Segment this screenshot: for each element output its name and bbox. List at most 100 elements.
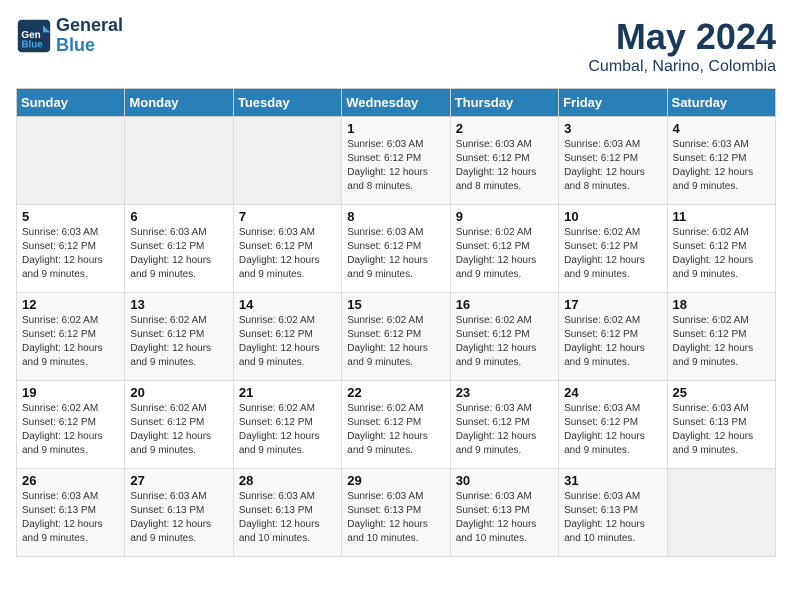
day-info: Sunrise: 6:03 AM Sunset: 6:13 PM Dayligh… <box>564 490 661 546</box>
day-number: 10 <box>564 209 661 224</box>
day-number: 18 <box>673 297 770 312</box>
day-info: Sunrise: 6:03 AM Sunset: 6:13 PM Dayligh… <box>347 490 444 546</box>
day-info: Sunrise: 6:03 AM Sunset: 6:13 PM Dayligh… <box>456 490 553 546</box>
day-number: 21 <box>239 385 336 400</box>
calendar-day-cell: 7 Sunrise: 6:03 AM Sunset: 6:12 PM Daylig… <box>233 205 341 293</box>
logo-text: General Blue <box>56 16 123 56</box>
month-title: May 2024 <box>588 16 776 58</box>
day-info: Sunrise: 6:02 AM Sunset: 6:12 PM Dayligh… <box>673 226 770 282</box>
logo: Gen Blue General Blue <box>16 16 123 56</box>
day-number: 1 <box>347 121 444 136</box>
calendar-day-cell: 31Sunrise: 6:03 AM Sunset: 6:13 PM Dayli… <box>559 469 667 557</box>
day-info: Sunrise: 6:03 AM Sunset: 6:12 PM Dayligh… <box>456 402 553 458</box>
calendar-day-cell: 9 Sunrise: 6:02 AM Sunset: 6:12 PM Daylig… <box>450 205 558 293</box>
day-number: 16 <box>456 297 553 312</box>
calendar-day-cell <box>17 117 125 205</box>
day-of-week-header: Sunday <box>17 89 125 117</box>
calendar-day-cell: 21 Sunrise: 6:02 AM Sunset: 6:12 PM Dayli… <box>233 381 341 469</box>
calendar-day-cell: 6 Sunrise: 6:03 AM Sunset: 6:12 PM Daylig… <box>125 205 233 293</box>
day-number: 7 <box>239 209 336 224</box>
calendar-day-cell <box>125 117 233 205</box>
calendar-week-row: 19 Sunrise: 6:02 AM Sunset: 6:12 PM Dayli… <box>17 381 776 469</box>
day-info: Sunrise: 6:02 AM Sunset: 6:12 PM Dayligh… <box>239 314 336 370</box>
calendar-day-cell: 25 Sunrise: 6:03 AM Sunset: 6:13 PM Dayli… <box>667 381 775 469</box>
day-info: Sunrise: 6:02 AM Sunset: 6:12 PM Dayligh… <box>347 402 444 458</box>
day-info: Sunrise: 6:03 AM Sunset: 6:12 PM Dayligh… <box>347 138 444 194</box>
calendar-week-row: 5 Sunrise: 6:03 AM Sunset: 6:12 PM Daylig… <box>17 205 776 293</box>
day-info: Sunrise: 6:03 AM Sunset: 6:13 PM Dayligh… <box>673 402 770 458</box>
calendar-day-cell: 28Sunrise: 6:03 AM Sunset: 6:13 PM Dayli… <box>233 469 341 557</box>
day-info: Sunrise: 6:02 AM Sunset: 6:12 PM Dayligh… <box>239 402 336 458</box>
day-number: 5 <box>22 209 119 224</box>
day-number: 4 <box>673 121 770 136</box>
calendar-week-row: 26 Sunrise: 6:03 AM Sunset: 6:13 PM Dayli… <box>17 469 776 557</box>
day-of-week-header: Monday <box>125 89 233 117</box>
day-info: Sunrise: 6:03 AM Sunset: 6:12 PM Dayligh… <box>564 138 661 194</box>
day-number: 23 <box>456 385 553 400</box>
calendar-day-cell: 22 Sunrise: 6:02 AM Sunset: 6:12 PM Dayli… <box>342 381 450 469</box>
location: Cumbal, Narino, Colombia <box>588 58 776 76</box>
calendar-day-cell: 23 Sunrise: 6:03 AM Sunset: 6:12 PM Dayli… <box>450 381 558 469</box>
day-info: Sunrise: 6:02 AM Sunset: 6:12 PM Dayligh… <box>22 314 119 370</box>
calendar-day-cell: 19 Sunrise: 6:02 AM Sunset: 6:12 PM Dayli… <box>17 381 125 469</box>
logo-icon: Gen Blue <box>16 18 52 54</box>
day-number: 8 <box>347 209 444 224</box>
calendar-header-row: SundayMondayTuesdayWednesdayThursdayFrid… <box>17 89 776 117</box>
day-number: 11 <box>673 209 770 224</box>
calendar-day-cell: 18 Sunrise: 6:02 AM Sunset: 6:12 PM Dayli… <box>667 293 775 381</box>
day-info: Sunrise: 6:03 AM Sunset: 6:13 PM Dayligh… <box>130 490 227 546</box>
day-info: Sunrise: 6:02 AM Sunset: 6:12 PM Dayligh… <box>673 314 770 370</box>
page-header: Gen Blue General Blue May 2024 Cumbal, N… <box>16 16 776 76</box>
day-info: Sunrise: 6:03 AM Sunset: 6:12 PM Dayligh… <box>239 226 336 282</box>
day-info: Sunrise: 6:02 AM Sunset: 6:12 PM Dayligh… <box>22 402 119 458</box>
calendar-day-cell: 20 Sunrise: 6:02 AM Sunset: 6:12 PM Dayli… <box>125 381 233 469</box>
day-number: 27 <box>130 473 227 488</box>
day-number: 19 <box>22 385 119 400</box>
day-of-week-header: Thursday <box>450 89 558 117</box>
day-of-week-header: Saturday <box>667 89 775 117</box>
day-info: Sunrise: 6:02 AM Sunset: 6:12 PM Dayligh… <box>130 402 227 458</box>
calendar-day-cell: 29 Sunrise: 6:03 AM Sunset: 6:13 PM Dayli… <box>342 469 450 557</box>
day-number: 26 <box>22 473 119 488</box>
day-number: 22 <box>347 385 444 400</box>
calendar-day-cell: 30 Sunrise: 6:03 AM Sunset: 6:13 PM Dayli… <box>450 469 558 557</box>
calendar-day-cell: 2Sunrise: 6:03 AM Sunset: 6:12 PM Daylig… <box>450 117 558 205</box>
day-number: 6 <box>130 209 227 224</box>
calendar-day-cell: 15Sunrise: 6:02 AM Sunset: 6:12 PM Dayli… <box>342 293 450 381</box>
title-area: May 2024 Cumbal, Narino, Colombia <box>588 16 776 76</box>
day-of-week-header: Tuesday <box>233 89 341 117</box>
calendar-day-cell: 13Sunrise: 6:02 AM Sunset: 6:12 PM Dayli… <box>125 293 233 381</box>
day-info: Sunrise: 6:02 AM Sunset: 6:12 PM Dayligh… <box>456 226 553 282</box>
calendar-day-cell: 1 Sunrise: 6:03 AM Sunset: 6:12 PM Daylig… <box>342 117 450 205</box>
day-info: Sunrise: 6:03 AM Sunset: 6:12 PM Dayligh… <box>347 226 444 282</box>
calendar-week-row: 1 Sunrise: 6:03 AM Sunset: 6:12 PM Daylig… <box>17 117 776 205</box>
day-info: Sunrise: 6:03 AM Sunset: 6:12 PM Dayligh… <box>564 402 661 458</box>
day-of-week-header: Wednesday <box>342 89 450 117</box>
day-number: 9 <box>456 209 553 224</box>
calendar-day-cell: 14 Sunrise: 6:02 AM Sunset: 6:12 PM Dayli… <box>233 293 341 381</box>
day-number: 24 <box>564 385 661 400</box>
calendar-day-cell: 24 Sunrise: 6:03 AM Sunset: 6:12 PM Dayli… <box>559 381 667 469</box>
calendar-day-cell: 3Sunrise: 6:03 AM Sunset: 6:12 PM Daylig… <box>559 117 667 205</box>
day-number: 20 <box>130 385 227 400</box>
calendar-day-cell: 8 Sunrise: 6:03 AM Sunset: 6:12 PM Daylig… <box>342 205 450 293</box>
calendar-day-cell: 4Sunrise: 6:03 AM Sunset: 6:12 PM Daylig… <box>667 117 775 205</box>
calendar-day-cell <box>667 469 775 557</box>
day-number: 13 <box>130 297 227 312</box>
day-info: Sunrise: 6:03 AM Sunset: 6:12 PM Dayligh… <box>22 226 119 282</box>
day-info: Sunrise: 6:03 AM Sunset: 6:13 PM Dayligh… <box>239 490 336 546</box>
day-info: Sunrise: 6:03 AM Sunset: 6:13 PM Dayligh… <box>22 490 119 546</box>
day-info: Sunrise: 6:02 AM Sunset: 6:12 PM Dayligh… <box>347 314 444 370</box>
calendar-day-cell: 10Sunrise: 6:02 AM Sunset: 6:12 PM Dayli… <box>559 205 667 293</box>
day-number: 14 <box>239 297 336 312</box>
calendar-day-cell: 27 Sunrise: 6:03 AM Sunset: 6:13 PM Dayli… <box>125 469 233 557</box>
day-info: Sunrise: 6:03 AM Sunset: 6:12 PM Dayligh… <box>456 138 553 194</box>
day-number: 30 <box>456 473 553 488</box>
day-info: Sunrise: 6:03 AM Sunset: 6:12 PM Dayligh… <box>130 226 227 282</box>
day-number: 25 <box>673 385 770 400</box>
calendar-day-cell: 5 Sunrise: 6:03 AM Sunset: 6:12 PM Daylig… <box>17 205 125 293</box>
calendar-day-cell: 11 Sunrise: 6:02 AM Sunset: 6:12 PM Dayli… <box>667 205 775 293</box>
day-info: Sunrise: 6:02 AM Sunset: 6:12 PM Dayligh… <box>456 314 553 370</box>
day-number: 12 <box>22 297 119 312</box>
day-number: 29 <box>347 473 444 488</box>
